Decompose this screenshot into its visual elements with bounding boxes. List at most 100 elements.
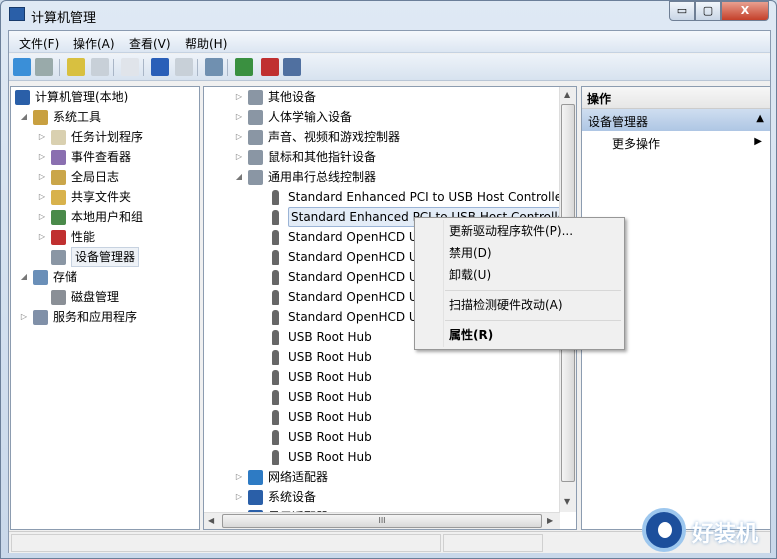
console-tree-item[interactable]: ▷ 任务计划程序	[11, 127, 199, 147]
expand-arrow-icon[interactable]: ▷	[19, 307, 29, 327]
device-tree-item[interactable]: ▷ 声音、视频和游戏控制器	[204, 127, 560, 147]
toolbar	[9, 54, 770, 81]
expand-arrow-icon[interactable]: ▷	[234, 467, 244, 487]
device-tree-item[interactable]: Standard Enhanced PCI to USB Host Contro…	[204, 187, 560, 207]
actions-section-device-manager[interactable]: 设备管理器 ▲	[582, 109, 770, 131]
title-bar: 计算机管理 ▭ ▢ X	[1, 1, 776, 29]
device-tree-item[interactable]: ▷ 人体学输入设备	[204, 107, 560, 127]
item-label: 本地用户和组	[71, 210, 144, 224]
expand-arrow-icon[interactable]: ▷	[37, 207, 47, 227]
item-label: 全局日志	[71, 170, 120, 184]
menu-gutter	[443, 220, 444, 347]
console-tree-item[interactable]: 设备管理器	[11, 247, 199, 267]
console-tree-item[interactable]: ▷ 全局日志	[11, 167, 199, 187]
console-tree-item[interactable]: ▷ 性能	[11, 227, 199, 247]
item-label: Standard Enhanced PCI to USB Host Contro…	[288, 190, 560, 204]
device-tree-item[interactable]: ▷ 系统设备	[204, 487, 560, 507]
menu-action[interactable]: 操作(A)	[73, 35, 115, 52]
expand-arrow-icon[interactable]: ▷	[234, 147, 244, 167]
menu-item-update-driver[interactable]: 更新驱动程序软件(P)...	[449, 221, 573, 241]
console-tree-item[interactable]: 计算机管理(本地)	[11, 87, 199, 107]
system-tools-icon	[33, 110, 48, 125]
more-actions-label: 更多操作	[612, 137, 661, 151]
expand-arrow-icon[interactable]: ▷	[37, 147, 47, 167]
scroll-left-button[interactable]: ◀	[208, 516, 214, 525]
menu-separator	[445, 290, 621, 291]
device-tree-item[interactable]: USB Root Hub	[204, 367, 560, 387]
console-tree-item[interactable]: ▷ 共享文件夹	[11, 187, 199, 207]
item-label: 人体学输入设备	[268, 110, 353, 124]
usb-plug-icon	[272, 230, 279, 245]
help-icon[interactable]	[151, 58, 169, 76]
expand-arrow-icon[interactable]: ▷	[37, 227, 47, 247]
scroll-up-button[interactable]: ▲	[564, 90, 570, 99]
section-label: 设备管理器	[588, 115, 649, 129]
device-tree-item[interactable]: USB Root Hub	[204, 387, 560, 407]
update-driver-icon[interactable]	[235, 58, 253, 76]
computer-management-icon	[9, 7, 25, 21]
console-tree-item[interactable]: ◢ 系统工具	[11, 107, 199, 127]
device-tree-item[interactable]: ▷ 鼠标和其他指针设备	[204, 147, 560, 167]
menu-help[interactable]: 帮助(H)	[185, 35, 227, 52]
device-tree-item[interactable]: ▷ 网络适配器	[204, 467, 560, 487]
collapse-arrow-icon[interactable]: ◢	[19, 267, 29, 287]
toolbar-separator	[59, 59, 60, 76]
scan-hardware-icon[interactable]	[205, 58, 223, 76]
unknown-device-icon	[248, 90, 263, 105]
device-tree-item[interactable]: ◢ 通用串行总线控制器	[204, 167, 560, 187]
eye-logo-icon	[642, 508, 686, 552]
menu-bar: 文件(F) 操作(A) 查看(V) 帮助(H)	[9, 31, 770, 53]
collapse-icon[interactable]: ▲	[756, 113, 764, 124]
item-label: 任务计划程序	[71, 130, 144, 144]
show-hide-tree-icon[interactable]	[91, 58, 109, 76]
back-arrow-icon[interactable]	[13, 58, 31, 76]
scroll-down-button[interactable]: ▼	[564, 497, 570, 506]
console-tree-item[interactable]: ▷ 事件查看器	[11, 147, 199, 167]
disable-device-icon[interactable]	[283, 58, 301, 76]
device-tree-item[interactable]: USB Root Hub	[204, 427, 560, 447]
properties-icon[interactable]	[121, 58, 139, 76]
console-tree-item[interactable]: 磁盘管理	[11, 287, 199, 307]
more-actions-item[interactable]: 更多操作 ▶	[582, 133, 770, 153]
menu-item-disable[interactable]: 禁用(D)	[449, 243, 492, 263]
minimize-button[interactable]: ▭	[669, 1, 695, 21]
expand-arrow-icon[interactable]: ▷	[234, 487, 244, 507]
device-tree-item[interactable]: USB Root Hub	[204, 447, 560, 467]
usb-plug-icon	[272, 310, 279, 325]
console-tree: 计算机管理(本地) ◢ 系统工具 ▷ 任务计划程序 ▷ 事件查看器 ▷ 全局日志 ▷ 共享文件夹 ▷ 本…	[10, 86, 200, 530]
close-button[interactable]: X	[721, 1, 769, 21]
expand-arrow-icon[interactable]: ▷	[234, 107, 244, 127]
menu-item-scan-hardware[interactable]: 扫描检测硬件改动(A)	[449, 295, 563, 315]
expand-arrow-icon[interactable]: ▷	[234, 87, 244, 107]
context-menu: 更新驱动程序软件(P)... 禁用(D) 卸载(U) 扫描检测硬件改动(A) 属…	[414, 217, 625, 350]
device-tree-item[interactable]: USB Root Hub	[204, 347, 560, 367]
expand-arrow-icon[interactable]: ▷	[37, 167, 47, 187]
expand-arrow-icon[interactable]: ▷	[234, 127, 244, 147]
item-label: USB Root Hub	[288, 450, 372, 464]
item-label: USB Root Hub	[288, 390, 372, 404]
item-label: USB Root Hub	[288, 430, 372, 444]
storage-icon	[33, 270, 48, 285]
scroll-right-button[interactable]: ▶	[547, 516, 553, 525]
menu-item-uninstall[interactable]: 卸载(U)	[449, 265, 491, 285]
forward-arrow-icon[interactable]	[35, 58, 53, 76]
expand-arrow-icon[interactable]: ▷	[37, 127, 47, 147]
menu-item-properties[interactable]: 属性(R)	[449, 325, 493, 345]
collapse-arrow-icon[interactable]: ◢	[19, 107, 29, 127]
console-tree-item[interactable]: ▷ 服务和应用程序	[11, 307, 199, 327]
horizontal-scrollbar[interactable]: ◀ III ▶	[204, 512, 560, 529]
uninstall-device-icon[interactable]	[261, 58, 279, 76]
menu-file[interactable]: 文件(F)	[19, 35, 59, 52]
collapse-arrow-icon[interactable]: ◢	[234, 167, 244, 187]
item-label: 设备管理器	[71, 247, 140, 267]
console-tree-item[interactable]: ◢ 存储	[11, 267, 199, 287]
device-tree-item[interactable]: ▷ 其他设备	[204, 87, 560, 107]
maximize-button[interactable]: ▢	[695, 1, 721, 21]
console-tree-item[interactable]: ▷ 本地用户和组	[11, 207, 199, 227]
show-hide-action-pane-icon[interactable]	[175, 58, 193, 76]
horizontal-scroll-thumb[interactable]: III	[222, 514, 542, 528]
device-tree-item[interactable]: USB Root Hub	[204, 407, 560, 427]
expand-arrow-icon[interactable]: ▷	[37, 187, 47, 207]
menu-view[interactable]: 查看(V)	[129, 35, 171, 52]
up-folder-icon[interactable]	[67, 58, 85, 76]
